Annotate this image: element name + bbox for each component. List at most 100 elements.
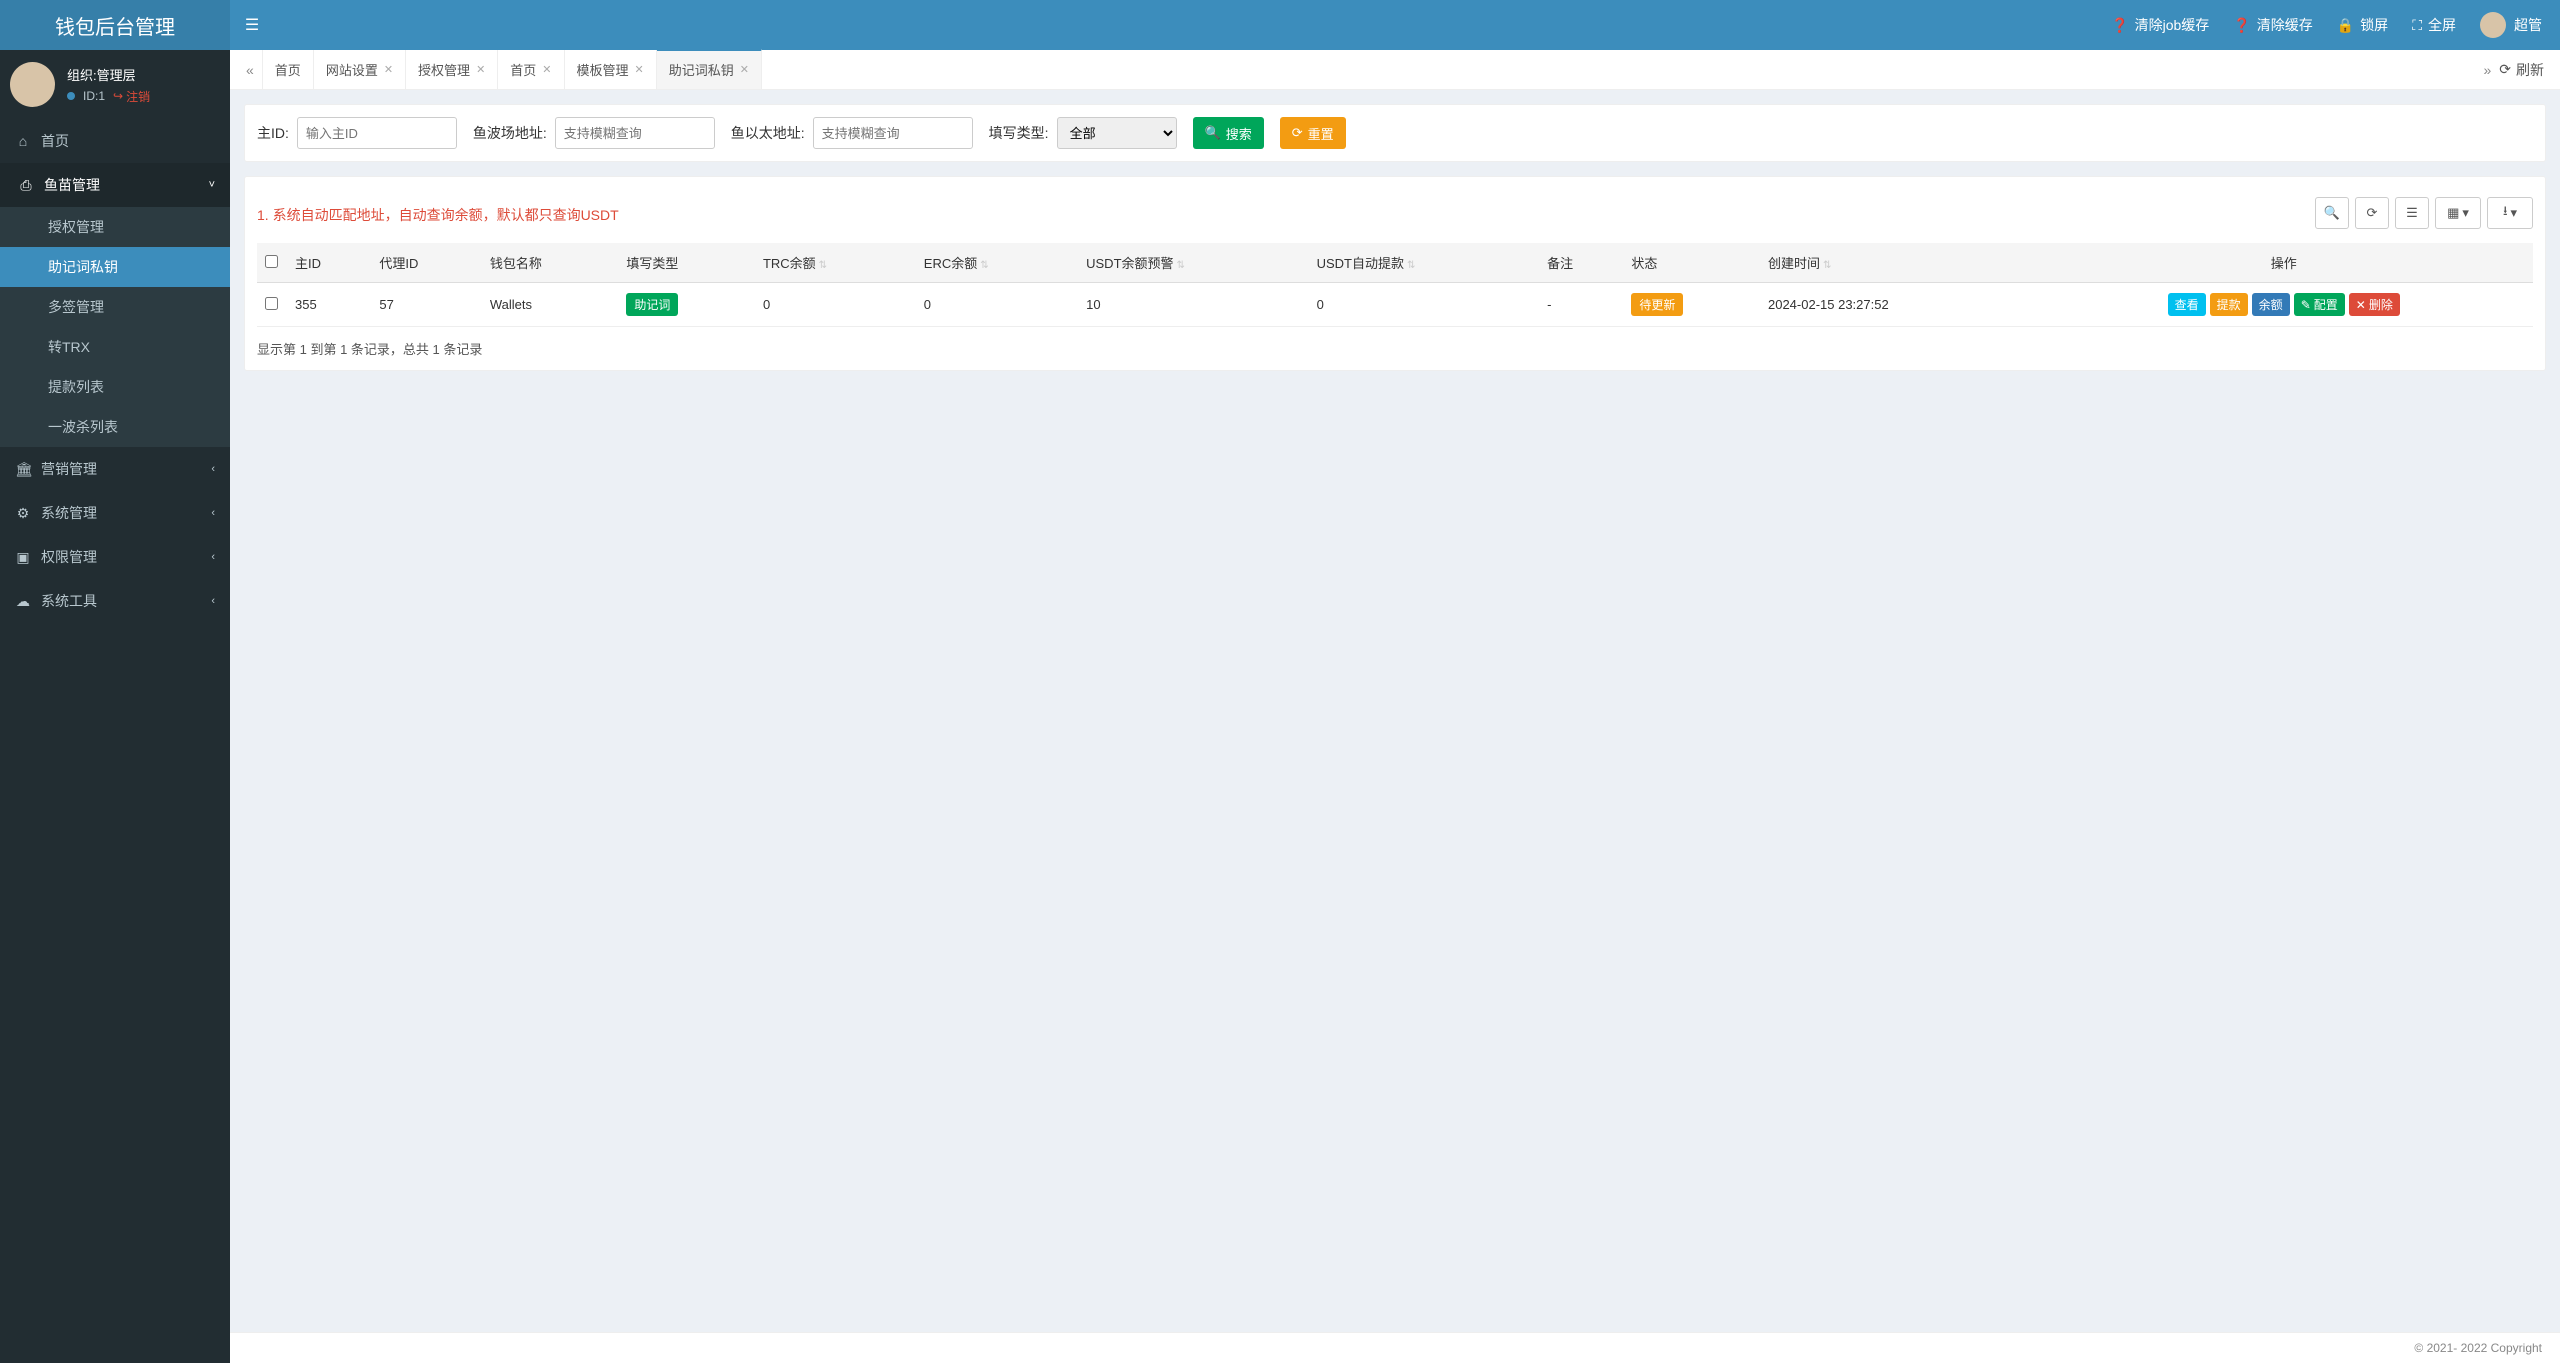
- search-button[interactable]: 🔍 搜索: [1193, 117, 1264, 149]
- table-row: 355 57 Wallets 助记词 0 0 10 0 - 待更新: [257, 283, 2533, 327]
- sidebar-item-kill-list[interactable]: 一波杀列表: [0, 407, 230, 447]
- refresh-icon: ⟳: [2367, 205, 2378, 221]
- close-icon[interactable]: ✕: [740, 63, 749, 76]
- close-icon[interactable]: ✕: [635, 63, 644, 76]
- type-badge: 助记词: [626, 293, 678, 316]
- col-actions: 操作: [2035, 243, 2534, 283]
- main-id-input[interactable]: [297, 117, 457, 149]
- delete-button[interactable]: ✕删除: [2349, 293, 2400, 316]
- sidebar-item-auth[interactable]: 授权管理: [0, 207, 230, 247]
- clear-job-cache-button[interactable]: ❓ 清除job缓存: [2111, 15, 2209, 35]
- col-status[interactable]: 状态: [1623, 243, 1760, 283]
- tab-scroll-right[interactable]: »: [2475, 62, 2499, 78]
- col-agent-id[interactable]: 代理ID: [371, 243, 481, 283]
- col-warn[interactable]: USDT余额预警⇅: [1078, 243, 1308, 283]
- balance-button[interactable]: 余额: [2252, 293, 2290, 316]
- cell-created: 2024-02-15 23:27:52: [1760, 283, 2035, 327]
- clear-cache-button[interactable]: ❓ 清除缓存: [2233, 15, 2312, 35]
- view-button[interactable]: 查看: [2168, 293, 2206, 316]
- logout-button[interactable]: ↪ 注销: [113, 88, 150, 105]
- tool-refresh-button[interactable]: ⟳: [2355, 197, 2389, 229]
- tool-grid-button[interactable]: ▦▾: [2435, 197, 2481, 229]
- col-type[interactable]: 填写类型: [618, 243, 755, 283]
- sidebar-item-marketing[interactable]: 🏛 营销管理 ‹: [0, 447, 230, 491]
- sidebar-toggle[interactable]: ☰: [230, 15, 274, 35]
- chevron-left-icon: ‹: [211, 463, 215, 475]
- close-icon[interactable]: ✕: [542, 63, 551, 76]
- refresh-tab-button[interactable]: ⟳ 刷新: [2499, 60, 2552, 80]
- refresh-icon: ⟳: [2499, 61, 2511, 78]
- avatar: [10, 62, 55, 107]
- sidebar-item-mnemonic[interactable]: 助记词私钥: [0, 247, 230, 287]
- close-icon[interactable]: ✕: [384, 63, 393, 76]
- row-checkbox[interactable]: [265, 297, 278, 310]
- search-icon: 🔍: [1205, 125, 1221, 141]
- main-id-label: 主ID:: [257, 123, 289, 143]
- config-button[interactable]: ✎配置: [2294, 293, 2345, 316]
- col-wallet-name[interactable]: 钱包名称: [482, 243, 619, 283]
- user-menu[interactable]: 超管: [2480, 12, 2542, 38]
- tabbar: « 首页 网站设置✕ 授权管理✕ 首页✕ 模板管理✕ 助记词私钥✕ » ⟳ 刷新: [230, 50, 2560, 90]
- withdraw-button[interactable]: 提款: [2210, 293, 2248, 316]
- close-icon: ✕: [2356, 298, 2366, 312]
- sidebar-item-system[interactable]: ⚙ 系统管理 ‹: [0, 491, 230, 535]
- tool-columns-button[interactable]: ☰: [2395, 197, 2429, 229]
- tab-template[interactable]: 模板管理✕: [565, 50, 657, 90]
- eth-addr-input[interactable]: [813, 117, 973, 149]
- gear-icon: ⚙: [15, 505, 31, 522]
- tool-export-button[interactable]: ⭳▾: [2487, 197, 2533, 229]
- col-auto[interactable]: USDT自动提款⇅: [1309, 243, 1539, 283]
- logout-icon: ↪: [113, 89, 123, 103]
- reset-button[interactable]: ⟳ 重置: [1280, 117, 1346, 149]
- chevron-left-icon: ‹: [211, 507, 215, 519]
- tab-home[interactable]: 首页: [262, 50, 314, 90]
- question-circle-icon: ❓: [2233, 17, 2250, 34]
- col-remark[interactable]: 备注: [1539, 243, 1623, 283]
- pagination-info: 显示第 1 到第 1 条记录，总共 1 条记录: [257, 339, 2533, 358]
- sidebar-item-permission[interactable]: ▣ 权限管理 ‹: [0, 535, 230, 579]
- chevron-left-icon: ‹: [211, 595, 215, 607]
- grid-icon: ▦: [2447, 205, 2459, 221]
- lock-button[interactable]: 🔒 锁屏: [2337, 15, 2388, 35]
- download-icon: ⭳: [2503, 202, 2508, 224]
- chevron-left-icon: ‹: [211, 551, 215, 563]
- tab-site-settings[interactable]: 网站设置✕: [314, 50, 406, 90]
- cell-trc: 0: [755, 283, 916, 327]
- col-trc[interactable]: TRC余额⇅: [755, 243, 916, 283]
- col-main-id[interactable]: 主ID: [287, 243, 371, 283]
- sidebar-item-withdraw-list[interactable]: 提款列表: [0, 367, 230, 407]
- select-all-checkbox[interactable]: [265, 255, 278, 268]
- status-badge: 待更新: [1631, 293, 1683, 316]
- user-panel: 组织:管理层 ID:1 ↪ 注销: [0, 50, 230, 119]
- col-erc[interactable]: ERC余额⇅: [916, 243, 1078, 283]
- avatar: [2480, 12, 2506, 38]
- sort-icon: ⇅: [980, 260, 988, 271]
- home-icon: ⌂: [15, 133, 31, 149]
- footer: © 2021- 2022 Copyright: [230, 1332, 2560, 1363]
- fullscreen-button[interactable]: ⛶ 全屏: [2412, 15, 2456, 35]
- tab-auth-mgmt[interactable]: 授权管理✕: [406, 50, 498, 90]
- refresh-icon: ⟳: [1292, 125, 1303, 141]
- sort-icon: ⇅: [819, 260, 827, 271]
- sidebar-item-multisig[interactable]: 多签管理: [0, 287, 230, 327]
- table-panel: 1. 系统自动匹配地址，自动查询余额，默认都只查询USDT 🔍 ⟳ ☰ ▦▾ ⭳…: [244, 176, 2546, 371]
- type-select[interactable]: 全部: [1057, 117, 1177, 149]
- tron-addr-input[interactable]: [555, 117, 715, 149]
- tool-search-button[interactable]: 🔍: [2315, 197, 2349, 229]
- search-icon: 🔍: [2324, 205, 2340, 221]
- question-circle-icon: ❓: [2111, 17, 2128, 34]
- col-created[interactable]: 创建时间⇅: [1760, 243, 2035, 283]
- tab-home2[interactable]: 首页✕: [498, 50, 564, 90]
- cell-remark: -: [1539, 283, 1623, 327]
- eth-addr-label: 鱼以太地址:: [731, 123, 805, 143]
- sidebar-item-fish[interactable]: ⎙ 鱼苗管理 ˅: [0, 163, 230, 207]
- sidebar-item-trx[interactable]: 转TRX: [0, 327, 230, 367]
- tab-scroll-left[interactable]: «: [238, 62, 262, 78]
- sort-icon: ⇅: [1177, 260, 1185, 271]
- sidebar-item-tools[interactable]: ☁ 系统工具 ‹: [0, 579, 230, 623]
- tab-mnemonic[interactable]: 助记词私钥✕: [657, 49, 762, 89]
- sidebar-item-home[interactable]: ⌂ 首页: [0, 119, 230, 163]
- chevron-down-icon: ˅: [209, 179, 215, 191]
- org-label: 组织:管理层: [67, 65, 150, 84]
- close-icon[interactable]: ✕: [476, 63, 485, 76]
